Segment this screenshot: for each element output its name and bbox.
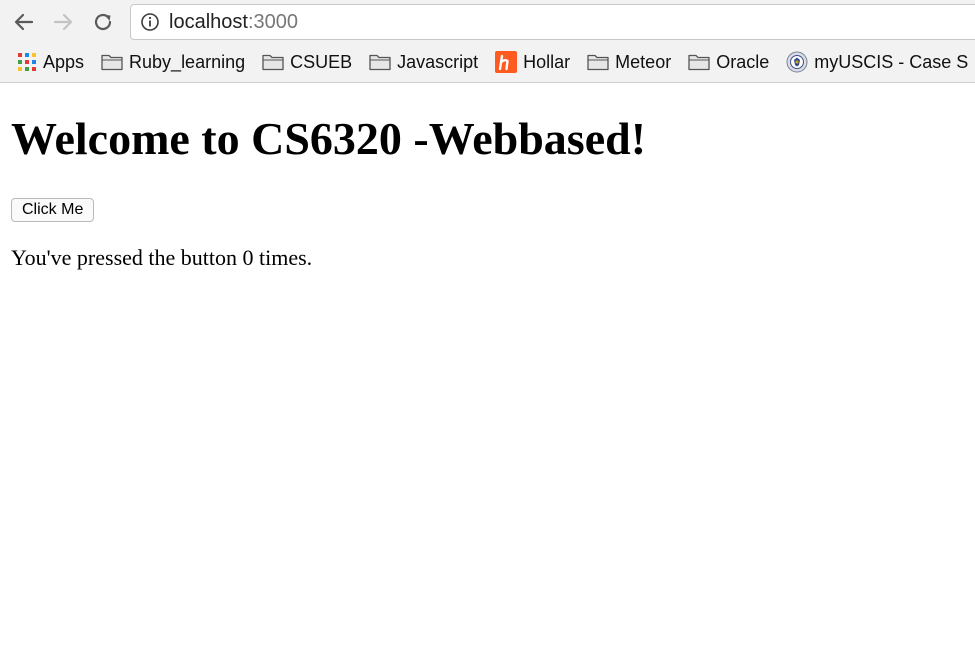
apps-grid-icon [17, 52, 37, 72]
bookmark-apps[interactable]: Apps [17, 48, 84, 76]
dhs-seal-icon [786, 51, 808, 73]
bookmark-label: Ruby_learning [129, 51, 246, 72]
bookmark-label: Apps [43, 51, 85, 72]
forward-button[interactable] [49, 8, 77, 36]
bookmarks-bar: Apps Ruby_learning CSUEB Javascript Holl… [0, 46, 975, 78]
url-host: localhost [169, 10, 248, 33]
bookmark-myuscis[interactable]: myUSCIS - Case S [786, 48, 968, 76]
bookmark-oracle[interactable]: Oracle [688, 48, 769, 76]
arrow-right-icon [53, 13, 73, 31]
bookmark-hollar[interactable]: Hollar [495, 48, 570, 76]
bookmark-label: Oracle [716, 51, 770, 72]
browser-chrome: localhost:3000 Apps Ruby_learning CSUEB … [0, 0, 975, 83]
page-title: Welcome to CS6320 -Webbased! [11, 113, 647, 164]
bookmark-label: Javascript [397, 51, 479, 72]
bookmark-csueb[interactable]: CSUEB [262, 48, 352, 76]
bookmark-meteor[interactable]: Meteor [587, 48, 671, 76]
arrow-left-icon [14, 13, 34, 31]
bookmark-label: myUSCIS - Case S [814, 51, 969, 72]
button-press-counter: You've pressed the button 0 times. [11, 245, 313, 270]
folder-icon [369, 53, 391, 71]
folder-icon [688, 53, 710, 71]
reload-icon [94, 13, 112, 31]
info-icon[interactable] [140, 12, 160, 32]
browser-toolbar: localhost:3000 [0, 0, 975, 46]
folder-icon [262, 53, 284, 71]
page-content: Welcome to CS6320 -Webbased! Click Me Yo… [0, 83, 975, 651]
bookmark-javascript[interactable]: Javascript [369, 48, 478, 76]
address-bar[interactable]: localhost:3000 [130, 4, 975, 40]
reload-button[interactable] [89, 8, 117, 36]
folder-icon [101, 53, 123, 71]
click-me-button[interactable]: Click Me [11, 198, 95, 222]
hollar-logo-icon [495, 51, 518, 73]
bookmark-label: Hollar [523, 51, 571, 72]
url-port: :3000 [247, 10, 298, 33]
folder-icon [587, 53, 609, 71]
bookmark-label: CSUEB [290, 51, 353, 72]
bookmark-ruby-learning[interactable]: Ruby_learning [101, 48, 245, 76]
back-button[interactable] [10, 8, 38, 36]
bookmark-label: Meteor [615, 51, 672, 72]
url-text[interactable]: localhost:3000 [169, 11, 298, 34]
